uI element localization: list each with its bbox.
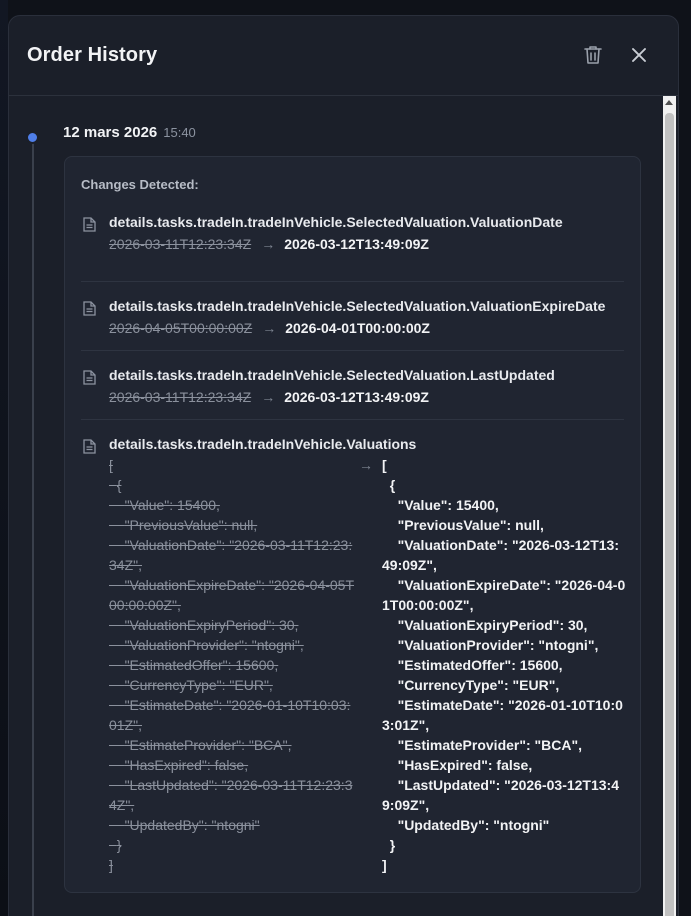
- document-icon: [83, 217, 96, 232]
- panel-title: Order History: [27, 44, 158, 66]
- new-value: 2026-04-01T00:00:00Z: [285, 320, 430, 336]
- new-json-value: [ { "Value": 15400, "PreviousValue": nul…: [382, 457, 626, 873]
- arrow-right-icon: →: [262, 320, 277, 336]
- entry-time: 15:40: [163, 125, 196, 140]
- arrow-right-icon: →: [261, 236, 276, 252]
- new-value: 2026-03-12T13:49:09Z: [284, 389, 429, 405]
- document-icon: [83, 439, 96, 454]
- change-values: 2026-04-05T00:00:00Z → 2026-04-01T00:00:…: [109, 319, 624, 337]
- changes-heading: Changes Detected:: [81, 177, 199, 192]
- old-json-value: [ { "Value": 15400, "PreviousValue": nul…: [109, 457, 355, 873]
- trash-icon: [584, 46, 602, 64]
- old-value: 2026-03-11T12:23:34Z: [109, 389, 252, 405]
- change-values: 2026-03-11T12:23:34Z → 2026-03-12T13:49:…: [109, 388, 624, 406]
- history-timeline: 12 mars 2026 15:40 Changes Detected: deta…: [9, 96, 678, 916]
- delete-history-button[interactable]: [582, 44, 604, 66]
- arrow-right-icon: →: [359, 457, 373, 473]
- scrollbar[interactable]: [663, 96, 676, 916]
- entry-header: 12 mars 2026 15:40: [63, 124, 196, 141]
- change-item: details.tasks.tradeIn.tradeInVehicle.Sel…: [81, 213, 624, 282]
- header-actions: [582, 44, 650, 66]
- timeline-dot: [26, 131, 39, 144]
- arrow-right-icon: →: [261, 389, 276, 405]
- change-field: details.tasks.tradeIn.tradeInVehicle.Sel…: [109, 298, 606, 314]
- change-item: details.tasks.tradeIn.tradeInVehicle.Sel…: [81, 282, 624, 351]
- change-field: details.tasks.tradeIn.tradeInVehicle.Val…: [109, 436, 417, 452]
- document-icon: [83, 370, 96, 385]
- close-button[interactable]: [628, 44, 650, 66]
- document-icon: [83, 301, 96, 316]
- change-values: 2026-03-11T12:23:34Z → 2026-03-12T13:49:…: [109, 235, 624, 253]
- entry-date: 12 mars 2026: [63, 124, 158, 141]
- json-diff: [ { "Value": 15400, "PreviousValue": nul…: [109, 455, 626, 875]
- panel-header: Order History: [9, 16, 678, 96]
- close-icon: [632, 48, 646, 62]
- change-item-valuations: details.tasks.tradeIn.tradeInVehicle.Val…: [81, 420, 626, 875]
- old-value: 2026-04-05T00:00:00Z: [109, 320, 253, 336]
- scroll-up-arrow-icon[interactable]: [665, 100, 673, 105]
- scrollbar-thumb[interactable]: [665, 113, 674, 916]
- changes-card: Changes Detected: details.tasks.tradeIn.…: [64, 156, 641, 893]
- change-field: details.tasks.tradeIn.tradeInVehicle.Sel…: [109, 367, 555, 383]
- old-value: 2026-03-11T12:23:34Z: [109, 236, 252, 252]
- change-field: details.tasks.tradeIn.tradeInVehicle.Sel…: [109, 214, 563, 230]
- order-history-panel: Order History 12 mars 2026 15:40 Changes …: [8, 15, 679, 916]
- new-value: 2026-03-12T13:49:09Z: [284, 236, 429, 252]
- backdrop: [0, 0, 8, 916]
- timeline-line: [32, 136, 34, 916]
- change-item: details.tasks.tradeIn.tradeInVehicle.Sel…: [81, 351, 624, 420]
